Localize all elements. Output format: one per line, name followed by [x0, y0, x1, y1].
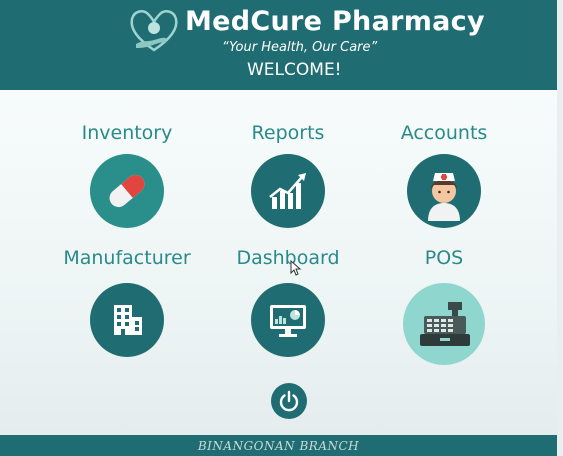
monitor-dashboard-icon [251, 283, 325, 357]
tile-manufacturer[interactable]: Manufacturer [52, 247, 202, 357]
tile-pos[interactable]: POS [369, 247, 519, 365]
mouse-cursor-icon [290, 259, 302, 276]
menu-panel: Inventory Reports Accounts Manufacturer … [0, 90, 557, 435]
app-window: MedCure Pharmacy “Your Health, Our Care”… [0, 0, 563, 456]
welcome-text: WELCOME! [247, 60, 342, 80]
tile-inventory-label: Inventory [81, 122, 173, 144]
power-button[interactable] [271, 383, 307, 419]
tile-dashboard-label: Dashboard [236, 247, 340, 269]
power-icon [279, 390, 299, 412]
cash-register-icon [403, 283, 485, 365]
tile-inventory[interactable]: Inventory [52, 122, 202, 232]
tile-accounts-label: Accounts [400, 122, 488, 144]
branch-name: BINANGONAN BRANCH [197, 439, 360, 453]
window-edge [557, 0, 563, 456]
tile-dashboard[interactable]: Dashboard [213, 247, 363, 357]
pharmacy-logo-icon [126, 4, 182, 56]
footer-bar: BINANGONAN BRANCH [0, 435, 557, 456]
app-title: MedCure Pharmacy [185, 6, 485, 37]
tile-reports-label: Reports [251, 122, 325, 144]
tile-accounts[interactable]: Accounts [369, 122, 519, 232]
tile-manufacturer-label: Manufacturer [63, 247, 191, 269]
pill-capsule-icon [90, 154, 164, 228]
bar-chart-growth-icon [251, 154, 325, 228]
tile-reports[interactable]: Reports [213, 122, 363, 232]
nurse-avatar-icon [407, 154, 481, 228]
tile-pos-label: POS [424, 247, 464, 269]
app-tagline: “Your Health, Our Care” [222, 40, 378, 55]
header-banner: MedCure Pharmacy “Your Health, Our Care”… [0, 0, 557, 90]
building-icon [90, 283, 164, 357]
